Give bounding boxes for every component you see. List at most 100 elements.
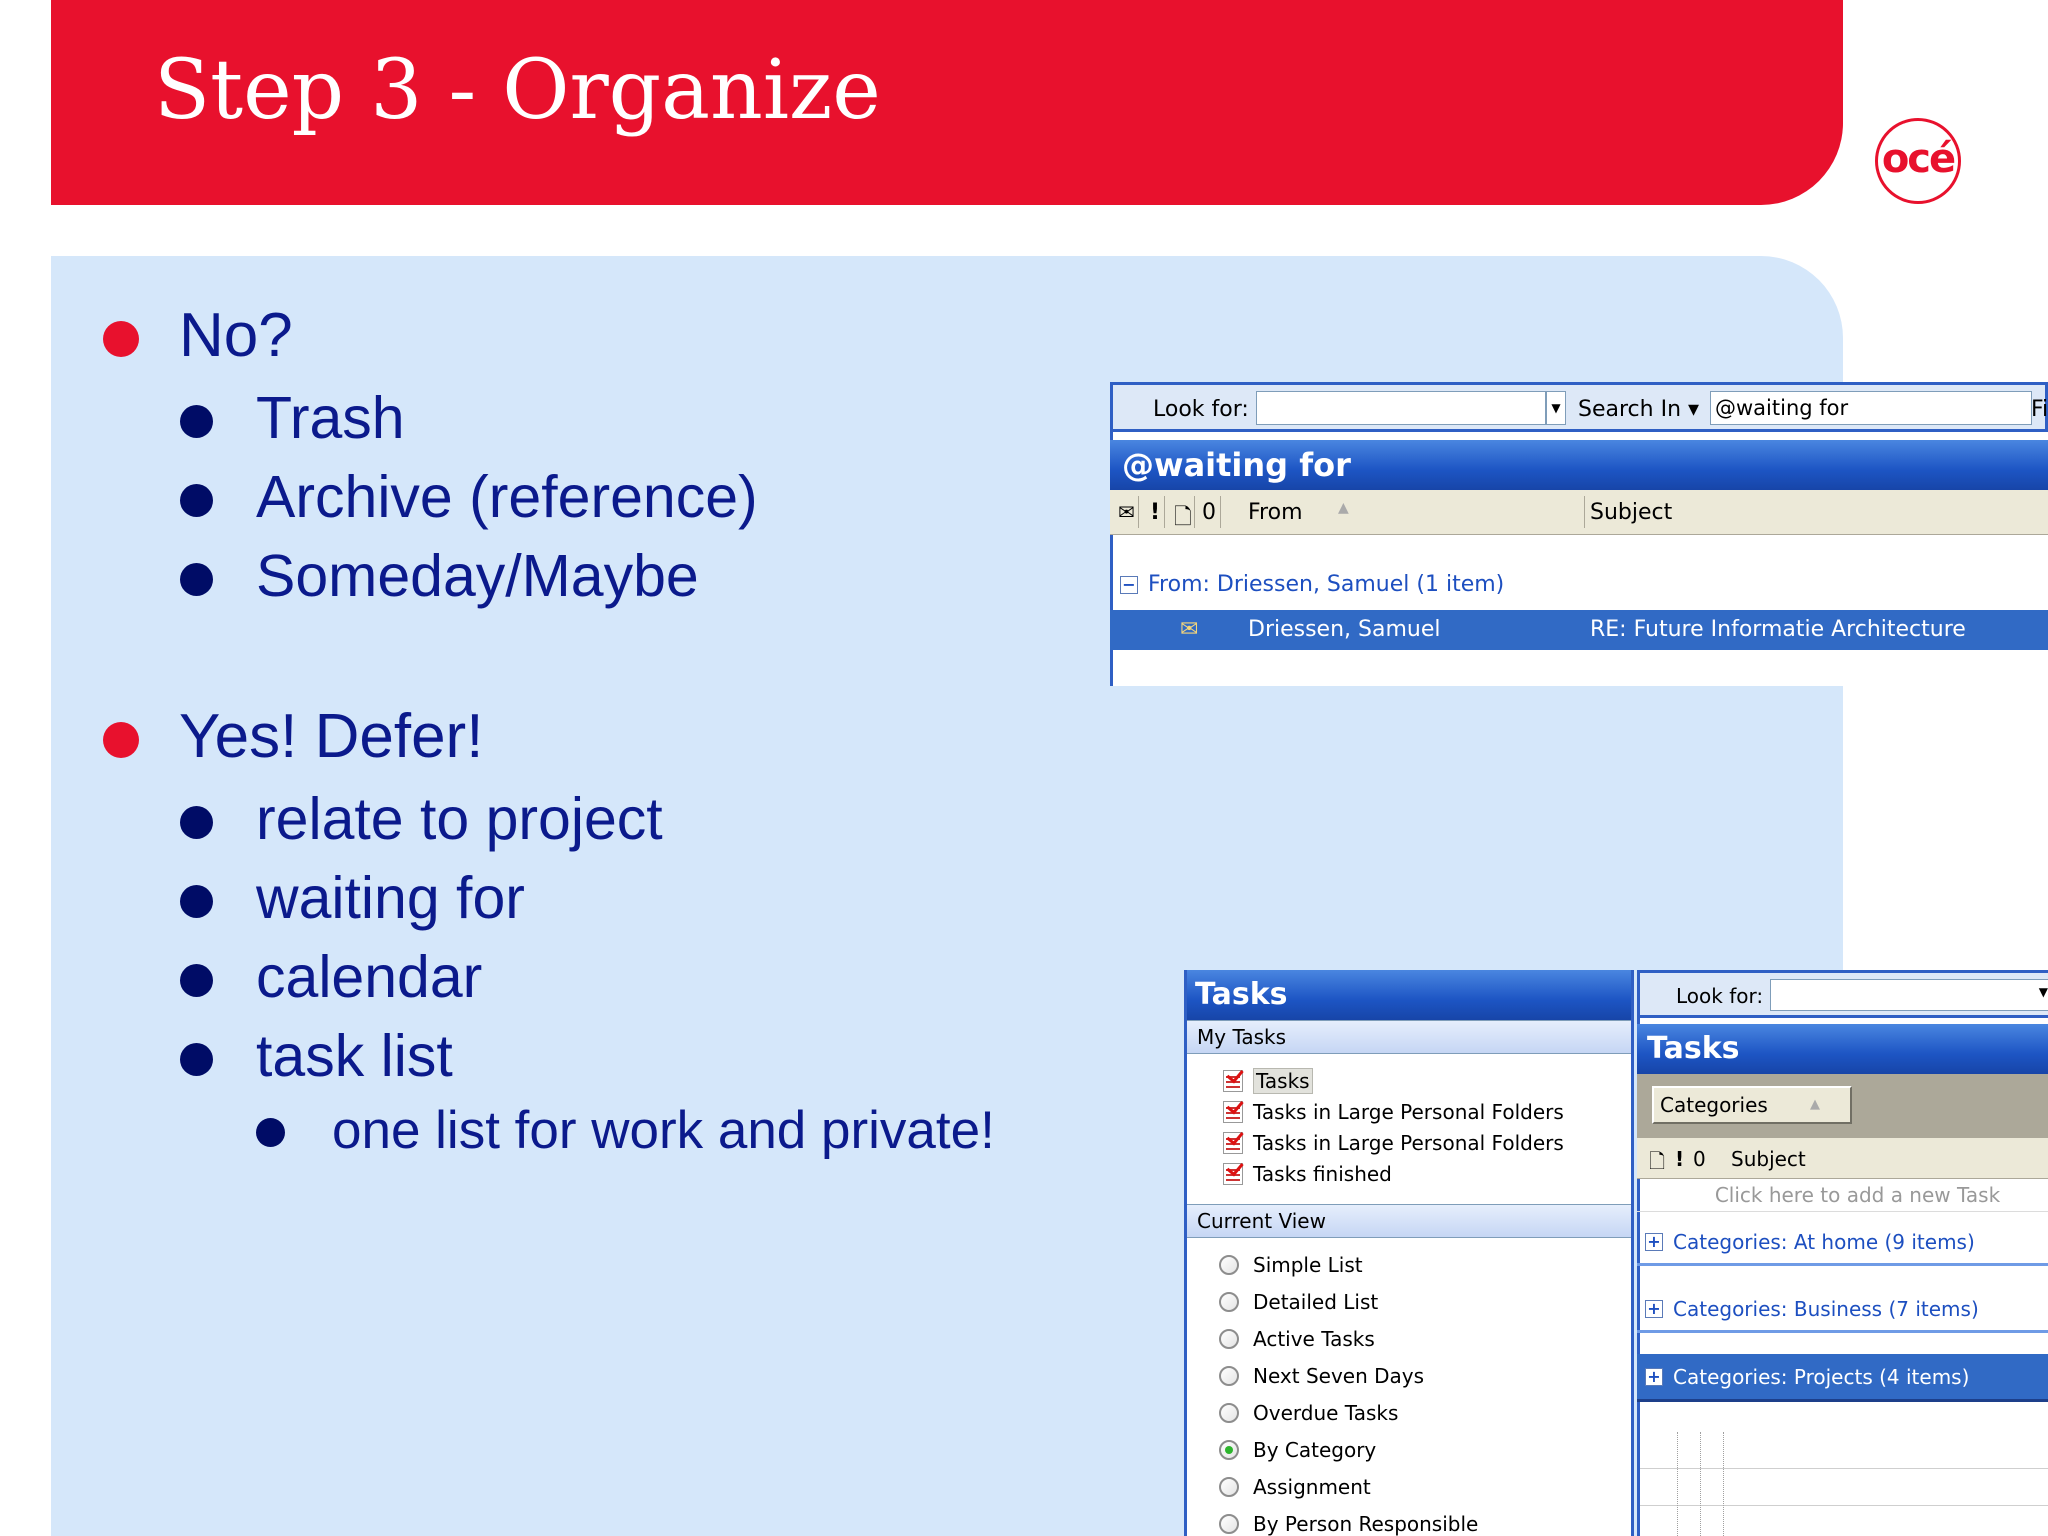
title-bar: Step 3 - Organize xyxy=(51,0,1843,205)
logo-text: océ xyxy=(1881,136,1956,182)
slide-title: Step 3 - Organize xyxy=(154,43,881,138)
group-by-area: Categories ▲ xyxy=(1637,1074,2048,1138)
add-new-task-row[interactable]: Click here to add a new Task xyxy=(1637,1178,2048,1212)
view-active-tasks[interactable]: Active Tasks xyxy=(1219,1324,1375,1354)
bullet-text: one list for work and private! xyxy=(332,1101,995,1160)
look-for-input[interactable] xyxy=(1770,979,2048,1011)
current-view-section-header[interactable]: Current View xyxy=(1187,1204,1631,1238)
waiting-for-screenshot: Look for: ▼ Search In ▾ @waiting for Fi … xyxy=(1110,382,2048,686)
grid-column-line xyxy=(1723,1432,1725,1536)
attachment-column-icon[interactable]: 0 xyxy=(1693,1147,1706,1171)
task-folder-icon xyxy=(1223,1163,1243,1185)
view-detailed-list[interactable]: Detailed List xyxy=(1219,1287,1378,1317)
importance-column-icon[interactable]: ! xyxy=(1150,500,1160,525)
column-header: 🗋 ! 0 Subject xyxy=(1637,1138,2048,1179)
view-by-category[interactable]: By Category xyxy=(1219,1435,1376,1465)
document-column-icon[interactable]: 🗋 xyxy=(1174,500,1192,538)
bullet-dot-icon xyxy=(180,1043,213,1076)
search-in-field[interactable]: @waiting for xyxy=(1710,391,2032,425)
importance-column-icon[interactable]: ! xyxy=(1675,1147,1684,1171)
radio-icon[interactable] xyxy=(1219,1255,1239,1275)
bullet-task-list: task list xyxy=(180,1027,453,1086)
collapse-icon[interactable]: − xyxy=(1120,575,1138,594)
attachment-column-icon[interactable]: 0 xyxy=(1202,500,1216,525)
category-group-at-home[interactable]: + Categories: At home (9 items) xyxy=(1637,1220,2048,1266)
look-for-input[interactable] xyxy=(1256,391,1546,425)
bullet-calendar: calendar xyxy=(180,948,482,1007)
bullet-text: Someday/Maybe xyxy=(256,543,699,609)
tasks-navigation-pane: Tasks My Tasks Tasks Tasks in Large Pers… xyxy=(1184,970,1634,1536)
radio-icon[interactable] xyxy=(1219,1329,1239,1349)
bullet-dot-icon xyxy=(103,722,139,758)
category-group-projects[interactable]: + Categories: Projects (4 items) xyxy=(1637,1354,2048,1402)
bullet-dot-icon xyxy=(103,321,139,357)
task-folder-large-personal-2[interactable]: Tasks in Large Personal Folders xyxy=(1223,1129,1564,1157)
task-folder-icon xyxy=(1223,1132,1243,1154)
view-by-person-responsible[interactable]: By Person Responsible xyxy=(1219,1509,1478,1536)
search-in-button[interactable]: Search In ▾ xyxy=(1578,397,1699,422)
envelope-column-icon[interactable]: ✉ xyxy=(1118,500,1135,524)
view-label: Next Seven Days xyxy=(1253,1364,1425,1388)
expand-icon[interactable]: + xyxy=(1645,1299,1663,1318)
view-simple-list[interactable]: Simple List xyxy=(1219,1250,1363,1280)
task-folder-finished[interactable]: Tasks finished xyxy=(1223,1160,1392,1188)
expand-icon[interactable]: + xyxy=(1645,1367,1663,1386)
bullet-dot-icon xyxy=(256,1118,285,1147)
view-label: Assignment xyxy=(1253,1475,1371,1499)
bullet-text: Trash xyxy=(256,385,405,451)
message-subject: RE: Future Informatie Architecture xyxy=(1590,617,1966,642)
view-assignment[interactable]: Assignment xyxy=(1219,1472,1371,1502)
category-label: Categories: Projects (4 items) xyxy=(1673,1364,1970,1389)
task-folder-large-personal-1[interactable]: Tasks in Large Personal Folders xyxy=(1223,1098,1564,1126)
view-label: Detailed List xyxy=(1253,1290,1379,1314)
view-next-seven-days[interactable]: Next Seven Days xyxy=(1219,1361,1424,1391)
group-by-categories-button[interactable]: Categories ▲ xyxy=(1652,1086,1852,1124)
bullet-text: Archive (reference) xyxy=(256,464,758,530)
sort-arrow-icon: ▲ xyxy=(1338,500,1349,516)
bullet-dot-icon xyxy=(180,484,213,517)
bullet-dot-icon xyxy=(180,964,213,997)
bullet-no: No? xyxy=(103,305,293,367)
radio-icon[interactable] xyxy=(1219,1477,1239,1497)
dropdown-arrow-icon[interactable]: ▼ xyxy=(2039,985,2048,999)
bullet-dot-icon xyxy=(180,563,213,596)
expand-icon[interactable]: + xyxy=(1645,1232,1663,1251)
subject-column-header[interactable]: Subject xyxy=(1590,500,1672,525)
bullet-one-list: one list for work and private! xyxy=(256,1101,995,1160)
view-label: By Person Responsible xyxy=(1253,1512,1479,1536)
message-row[interactable]: ✉ Driessen, Samuel RE: Future Informatie… xyxy=(1110,610,2048,650)
radio-icon[interactable] xyxy=(1219,1514,1239,1534)
find-bar: Look for: ▼ Search In ▾ @waiting for Fi xyxy=(1110,382,2048,432)
look-for-dropdown-icon[interactable]: ▼ xyxy=(1546,391,1566,425)
from-column-header[interactable]: From xyxy=(1248,500,1303,525)
subject-column-header[interactable]: Subject xyxy=(1731,1147,1806,1171)
my-tasks-section-header[interactable]: My Tasks xyxy=(1187,1020,1631,1054)
task-folder-label: Tasks in Large Personal Folders xyxy=(1253,1100,1564,1124)
radio-icon[interactable] xyxy=(1219,1366,1239,1386)
task-folder-label: Tasks in Large Personal Folders xyxy=(1253,1131,1564,1155)
find-now-button[interactable]: Fi xyxy=(2031,397,2048,422)
category-label: Categories: At home (9 items) xyxy=(1673,1229,1975,1254)
task-folder-tasks[interactable]: Tasks xyxy=(1223,1067,1313,1095)
bullet-dot-icon xyxy=(180,885,213,918)
bullet-text: calendar xyxy=(256,944,483,1010)
category-group-business[interactable]: + Categories: Business (7 items) xyxy=(1637,1287,2048,1333)
radio-icon[interactable] xyxy=(1219,1292,1239,1312)
folder-title: @waiting for xyxy=(1110,440,2048,490)
bullet-text: No? xyxy=(179,301,293,370)
document-column-icon[interactable]: 🗋 xyxy=(1649,1147,1665,1181)
grid-column-line xyxy=(1700,1432,1702,1536)
bullet-relate-project: relate to project xyxy=(180,790,663,849)
message-from: Driessen, Samuel xyxy=(1248,617,1441,642)
tasks-panel-title: Tasks xyxy=(1637,1024,2048,1074)
group-label: From: Driessen, Samuel (1 item) xyxy=(1148,572,1505,597)
group-by-label: Categories xyxy=(1660,1093,1768,1117)
bullet-text: relate to project xyxy=(256,786,663,852)
group-header-row[interactable]: − From: Driessen, Samuel (1 item) xyxy=(1120,572,1504,597)
column-header: ✉ ! 🗋 0 From ▲ Subject xyxy=(1110,490,2048,535)
view-overdue-tasks[interactable]: Overdue Tasks xyxy=(1219,1398,1398,1428)
bullet-text: task list xyxy=(256,1023,453,1089)
radio-selected-icon[interactable] xyxy=(1219,1440,1239,1460)
radio-icon[interactable] xyxy=(1219,1403,1239,1423)
view-label: Simple List xyxy=(1253,1253,1363,1277)
